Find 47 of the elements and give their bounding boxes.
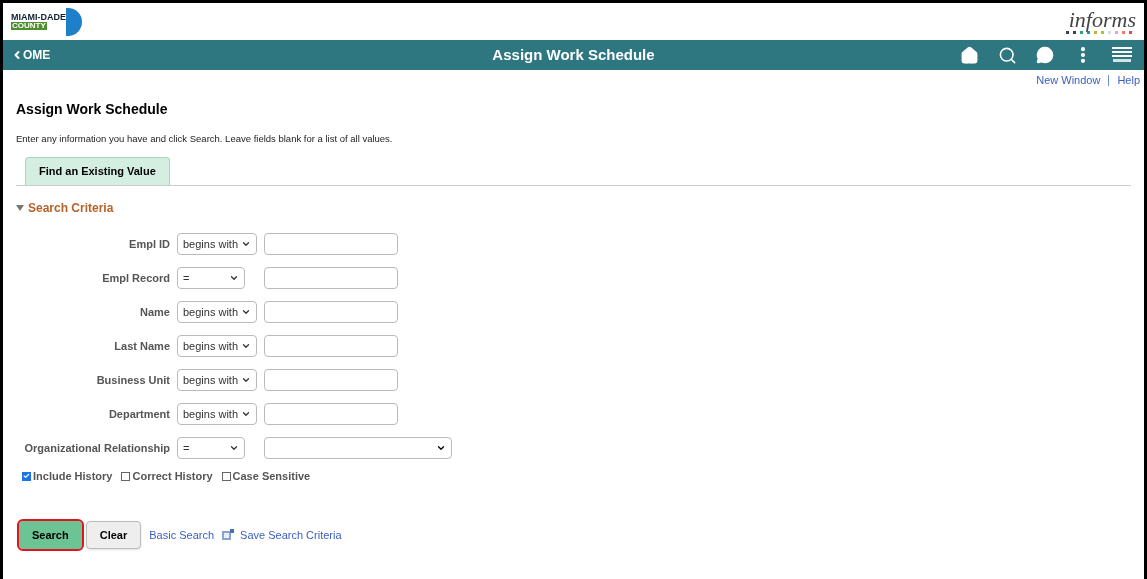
triangle-icon [16,204,24,211]
value-field[interactable] [264,368,398,391]
brand-logo: informs [1068,9,1136,31]
logo-text: MIAMI-DADE [11,13,66,22]
field-label: Last Name [113,338,170,354]
value-field[interactable] [264,300,398,323]
footer-link[interactable]: Basic Search [149,527,215,544]
clear-button[interactable]: Clear [85,521,142,550]
logo-shape [66,7,82,36]
operator-select[interactable]: begins with [177,368,257,391]
search-icon[interactable] [998,45,1017,65]
logo-text: COUNTY [11,22,47,30]
value-field[interactable] [264,232,398,255]
tab[interactable]: Find an Existing Value [25,156,170,185]
operator-select[interactable]: begins with [177,334,257,357]
checkbox[interactable] [221,471,231,481]
operator-select[interactable]: = [177,436,245,459]
checkbox-label: Correct History [132,468,213,484]
chat-icon[interactable] [1036,46,1054,64]
checkbox-label: Case Sensitive [232,468,311,484]
menu-icon[interactable] [1112,46,1132,64]
header-link[interactable]: New Window [1036,72,1101,89]
field-label: Empl Record [101,270,170,286]
back-button[interactable]: OME [11,46,51,64]
field-label: Department [107,406,170,422]
page-title: Assign Work Schedule [16,99,169,119]
checkbox-label: Include History [33,468,113,484]
search-button[interactable]: Search [19,521,82,550]
header-link[interactable]: Help [1117,72,1140,89]
value-field[interactable] [264,266,398,289]
footer-link[interactable]: Save Search Criteria [240,527,342,544]
field-label: Empl ID [128,236,170,252]
section-toggle[interactable]: Search Criteria [16,198,114,217]
value-field[interactable] [264,402,398,425]
home-icon[interactable] [960,45,979,65]
operator-select[interactable]: begins with [177,300,257,323]
checkbox[interactable] [121,471,131,481]
value-field[interactable] [264,334,398,357]
instructions: Enter any information you have and click Search. Leave fields blank for a list of all values. [16,131,394,146]
field-label: Business Unit [95,372,170,388]
operator-select[interactable]: = [177,266,245,289]
checkbox[interactable] [22,471,31,481]
field-label: Name [139,304,170,320]
operator-select[interactable]: begins with [177,402,257,425]
operator-select[interactable]: begins with [177,232,257,255]
nav-title: Assign Work Schedule [492,44,655,65]
field-label: Organizational Relationship [23,440,170,456]
